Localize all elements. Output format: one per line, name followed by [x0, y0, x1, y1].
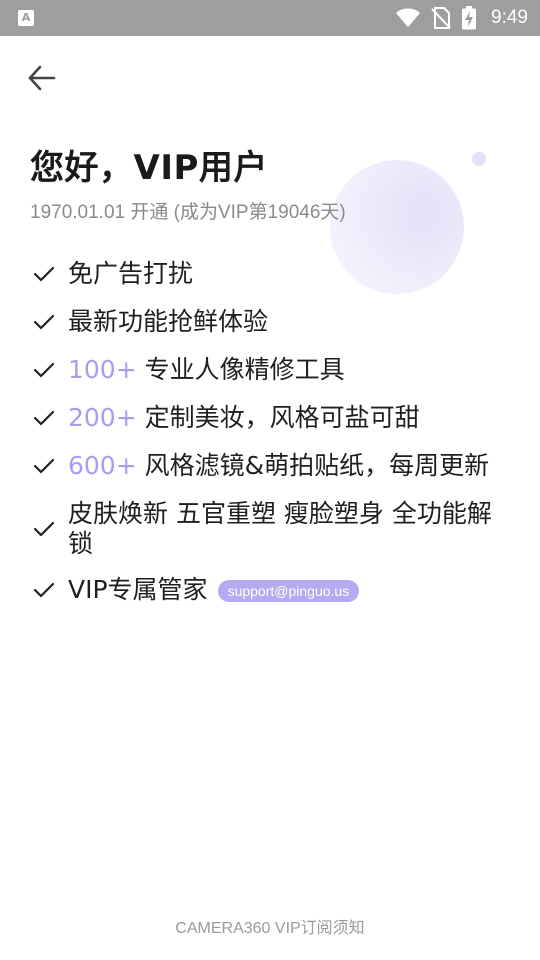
check-icon	[33, 266, 55, 282]
benefit-list: 免广告打扰 最新功能抢鲜体验 100+ 专业人像精修工具 200+ 定制美妆，风…	[30, 250, 510, 612]
benefit-item: 皮肤焕新 五官重塑 瘦脸塑身 全功能解锁	[30, 490, 510, 568]
benefit-label: 专业人像精修工具	[136, 355, 345, 384]
wifi-icon	[396, 8, 421, 27]
benefit-prefix: 100+	[68, 355, 137, 384]
benefit-label: 皮肤焕新 五官重塑 瘦脸塑身 全功能解锁	[68, 499, 492, 558]
check-icon	[33, 521, 55, 537]
back-button[interactable]	[22, 58, 62, 98]
membership-subtitle: 1970.01.01 开通 (成为VIP第19046天)	[30, 202, 346, 223]
app-notification-icon: A	[18, 10, 34, 26]
benefit-item: 免广告打扰	[30, 250, 510, 298]
benefit-label: VIP专属管家	[68, 575, 208, 604]
benefit-text: 200+ 定制美妆，风格可盐可甜	[68, 403, 510, 433]
benefit-item: 200+ 定制美妆，风格可盐可甜	[30, 394, 510, 442]
benefit-prefix: 200+	[68, 403, 137, 432]
benefit-prefix: 600+	[68, 451, 137, 480]
benefit-text: VIP专属管家 support@pinguo.us	[68, 575, 510, 605]
check-icon	[33, 458, 55, 474]
decorative-circle-small	[472, 152, 486, 166]
benefit-label: 定制美妆，风格可盐可甜	[136, 403, 420, 432]
no-sim-icon	[431, 7, 451, 29]
benefit-text: 100+ 专业人像精修工具	[68, 355, 510, 385]
check-icon	[33, 582, 55, 598]
check-icon	[33, 410, 55, 426]
benefit-item: 600+ 风格滤镜&萌拍贴纸，每周更新	[30, 442, 510, 490]
battery-charging-icon	[462, 6, 477, 30]
benefit-item: 100+ 专业人像精修工具	[30, 346, 510, 394]
benefit-item: 最新功能抢鲜体验	[30, 298, 510, 346]
support-email-badge[interactable]: support@pinguo.us	[217, 580, 360, 602]
greeting-title: 您好，VIP用户	[30, 148, 268, 188]
benefit-item: VIP专属管家 support@pinguo.us	[30, 568, 510, 612]
check-icon	[33, 314, 55, 330]
benefit-text: 600+ 风格滤镜&萌拍贴纸，每周更新	[68, 451, 510, 481]
vip-terms-link[interactable]: CAMERA360 VIP订阅须知	[0, 914, 540, 938]
status-bar: A 9:49	[0, 0, 540, 36]
arrow-left-icon	[28, 65, 56, 91]
status-time: 9:49	[491, 7, 528, 28]
benefit-label: 免广告打扰	[68, 259, 194, 288]
status-icons: 9:49	[395, 0, 528, 36]
benefit-text: 最新功能抢鲜体验	[68, 307, 510, 337]
benefit-text: 皮肤焕新 五官重塑 瘦脸塑身 全功能解锁	[68, 499, 510, 559]
benefit-label: 风格滤镜&萌拍贴纸，每周更新	[136, 451, 490, 480]
benefit-text: 免广告打扰	[68, 259, 510, 289]
check-icon	[33, 362, 55, 378]
benefit-label: 最新功能抢鲜体验	[68, 307, 269, 336]
